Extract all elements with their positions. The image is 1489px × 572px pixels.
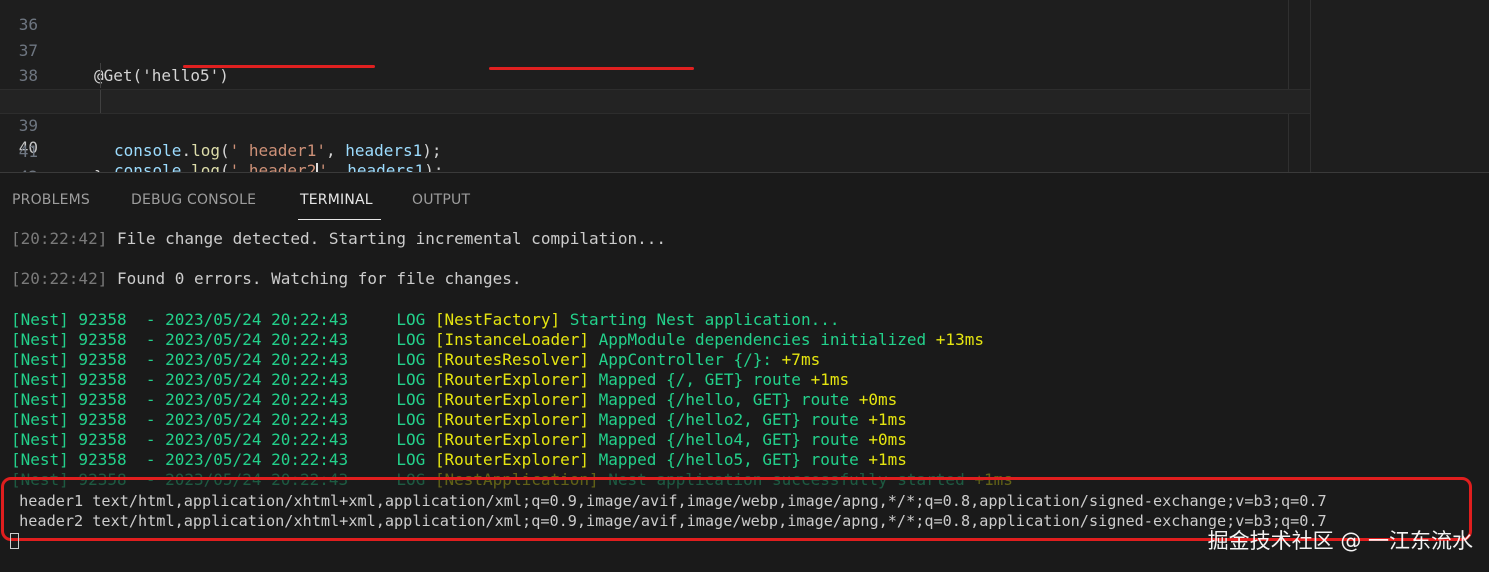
terminal-log-line: [Nest] 92358 - 2023/05/24 20:22:43 LOG […	[11, 450, 907, 469]
code-line[interactable]: 41 }	[0, 114, 1310, 172]
terminal-line: [20:22:42] Found 0 errors. Watching for …	[11, 269, 522, 288]
code-text: }	[94, 164, 104, 172]
terminal-log-line: [Nest] 92358 - 2023/05/24 20:22:43 LOG […	[11, 350, 821, 369]
line-number: 42	[0, 164, 38, 172]
panel-tabs: PROBLEMS DEBUG CONSOLE TERMINAL OUTPUT	[0, 173, 1489, 221]
annotation-underline-headers	[183, 65, 375, 68]
code-line[interactable]: 42 }	[0, 139, 1310, 172]
editor-scrollbar-edge	[1310, 0, 1311, 172]
tab-terminal[interactable]: TERMINAL	[300, 192, 373, 208]
code-editor[interactable]: 36 37 @Get('hello5') 38 getHello5(@Heade…	[0, 0, 1489, 172]
indent-guide	[100, 63, 101, 88]
code-line[interactable]: 36	[0, 0, 1310, 34]
terminal-log-line: [Nest] 92358 - 2023/05/24 20:22:43 LOG […	[11, 330, 984, 349]
terminal-log-line: [Nest] 92358 - 2023/05/24 20:22:43 LOG […	[11, 310, 840, 329]
code-line-current[interactable]: 40 console.log(' header2 ', headers1);	[0, 89, 1310, 172]
code-line[interactable]: 37 @Get('hello5')	[0, 13, 1310, 85]
code-line[interactable]: 38 getHello5(@Headers('Accept') headers1…	[0, 38, 1310, 110]
tab-output[interactable]: OUTPUT	[412, 192, 470, 208]
terminal-log-line: [Nest] 92358 - 2023/05/24 20:22:43 LOG […	[11, 390, 898, 409]
watermark: 掘金技术社区 @ 一江东流水	[1207, 529, 1473, 553]
tab-debug-console[interactable]: DEBUG CONSOLE	[131, 192, 256, 208]
terminal-cursor	[10, 533, 19, 549]
terminal-log-line: [Nest] 92358 - 2023/05/24 20:22:43 LOG […	[11, 410, 907, 429]
tab-problems[interactable]: PROBLEMS	[12, 192, 90, 208]
terminal-log-line: [Nest] 92358 - 2023/05/24 20:22:43 LOG […	[11, 370, 850, 389]
active-tab-indicator	[298, 219, 381, 220]
indent-guide	[100, 90, 101, 113]
annotation-underline-myheaders	[489, 67, 694, 70]
terminal-line: [20:22:42] File change detected. Startin…	[11, 229, 667, 248]
terminal-log-line: [Nest] 92358 - 2023/05/24 20:22:43 LOG […	[11, 430, 907, 449]
